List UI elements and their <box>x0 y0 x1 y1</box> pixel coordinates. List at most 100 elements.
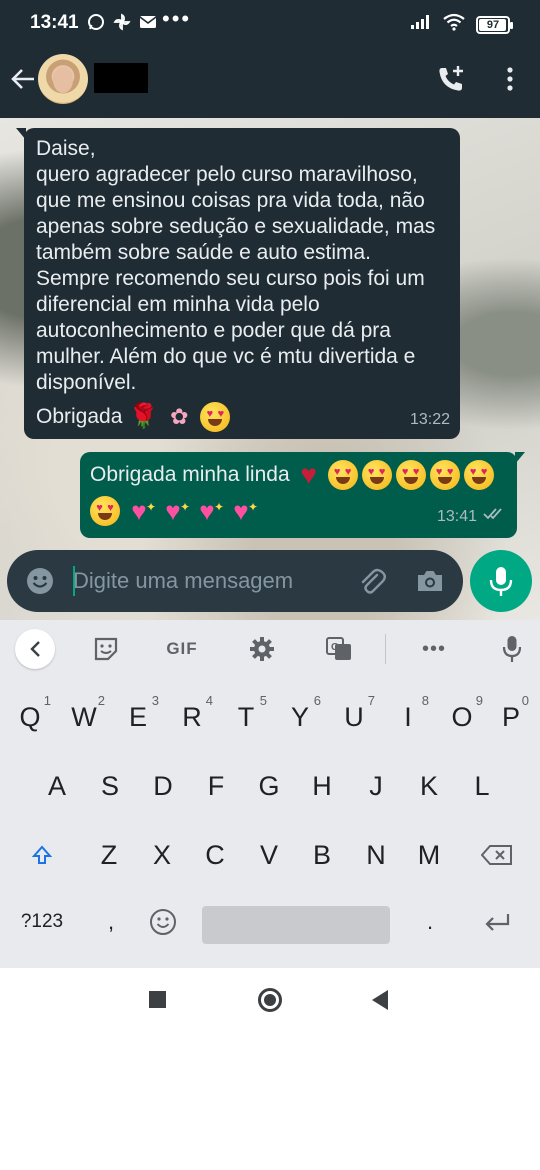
smiling-face-with-hearts-emoji: ♥ ♥ <box>200 402 231 432</box>
outgoing-message-bubble[interactable]: Obrigada minha linda ♥ ♥ ♥ ♥ ♥ ♥ ♥ ♥ ♥ ♥ ♥ ♥ ♥… <box>80 452 525 538</box>
enter-key[interactable] <box>466 888 528 956</box>
key-n[interactable]: N <box>349 821 403 889</box>
key-row-2: A S D F G H J K L <box>0 752 540 820</box>
backspace-key[interactable] <box>466 821 528 889</box>
key-a[interactable]: A <box>30 752 84 820</box>
recent-apps-icon[interactable] <box>149 991 166 1008</box>
system-navigation-bar <box>0 968 540 1032</box>
translate-icon[interactable]: G <box>323 632 355 666</box>
status-time: 13:41 <box>30 12 79 33</box>
shift-key[interactable] <box>12 821 72 889</box>
keyboard-toolbar: GIF G ••• <box>0 620 540 678</box>
comma-key[interactable]: , <box>84 888 138 956</box>
key-v[interactable]: V <box>242 821 296 889</box>
heart-eyes-emoji: ♥ ♥ <box>463 460 494 490</box>
period-key[interactable]: . <box>403 888 457 956</box>
chat-header <box>0 46 540 118</box>
on-screen-keyboard: GIF G ••• Q1 W2 E3 R4 T5 Y6 U7 I8 O9 P0 … <box>0 620 540 968</box>
message-composer <box>7 550 463 612</box>
sign-off-text: Obrigada <box>36 405 123 428</box>
key-row-3: Z X C V B N M <box>0 821 540 889</box>
key-s[interactable]: S <box>83 752 137 820</box>
key-u[interactable]: U7 <box>327 683 381 751</box>
key-e[interactable]: E3 <box>111 683 165 751</box>
redacted-contact-name[interactable] <box>94 63 148 93</box>
add-call-icon[interactable] <box>436 64 466 94</box>
key-y[interactable]: Y6 <box>273 683 327 751</box>
chat-background: Daise, quero agradecer pelo curso maravi… <box>0 118 540 620</box>
outgoing-message-text: Obrigada minha linda <box>90 463 290 486</box>
incoming-message-bubble[interactable]: Daise, quero agradecer pelo curso maravi… <box>16 128 460 439</box>
incoming-message-time: 13:22 <box>409 411 450 428</box>
symbols-key[interactable]: ?123 <box>10 888 74 956</box>
key-f[interactable]: F <box>189 752 243 820</box>
key-z[interactable]: Z <box>82 821 136 889</box>
sparkling-heart-emoji: ♥ <box>226 492 258 526</box>
signal-icon <box>410 14 432 35</box>
status-bar: 13:41 ••• 97 <box>0 0 540 46</box>
rose-emoji: 🌹 <box>128 403 159 430</box>
heart-eyes-emoji: ♥ ♥ <box>429 460 460 490</box>
outgoing-message-meta: 13:41 <box>437 504 505 530</box>
sparkling-heart-emoji: ♥ <box>124 492 156 526</box>
emoji-key[interactable] <box>136 888 190 956</box>
red-heart-emoji: ♥ <box>300 459 317 490</box>
nav-back-icon[interactable] <box>372 990 388 1010</box>
key-b[interactable]: B <box>295 821 349 889</box>
battery-level: 97 <box>486 18 500 31</box>
space-bar[interactable] <box>202 906 390 944</box>
voice-input-mic-icon[interactable] <box>498 632 526 666</box>
key-w[interactable]: W2 <box>57 683 111 751</box>
status-overflow-dots: ••• <box>162 6 192 31</box>
key-p[interactable]: P0 <box>487 683 535 751</box>
incoming-sign-off: Obrigada 🌹 ✿ ♥ ♥ <box>36 402 448 432</box>
toolbar-divider <box>385 634 386 664</box>
contact-avatar[interactable] <box>38 54 88 104</box>
key-l[interactable]: L <box>455 752 509 820</box>
enter-arrow-icon <box>485 914 510 931</box>
outgoing-line-1: Obrigada minha linda ♥ ♥ ♥ ♥ ♥ ♥ ♥ ♥ ♥ ♥ ♥ <box>90 460 507 490</box>
key-o[interactable]: O9 <box>435 683 489 751</box>
key-t[interactable]: T5 <box>219 683 273 751</box>
whatsapp-icon <box>86 11 106 33</box>
key-k[interactable]: K <box>402 752 456 820</box>
home-icon[interactable] <box>258 988 282 1012</box>
sparkling-heart-emoji: ♥ <box>192 492 224 526</box>
smiley-icon <box>150 909 176 935</box>
emoji-picker-icon[interactable] <box>25 566 55 596</box>
more-options-icon[interactable] <box>495 64 525 94</box>
svg-text:G: G <box>331 642 339 653</box>
attach-paperclip-icon[interactable] <box>357 566 387 596</box>
key-x[interactable]: X <box>135 821 189 889</box>
pinwheel-icon <box>112 11 132 33</box>
key-d[interactable]: D <box>136 752 190 820</box>
more-options-button[interactable]: ••• <box>414 632 454 666</box>
microphone-icon <box>489 567 513 596</box>
key-m[interactable]: M <box>402 821 456 889</box>
settings-gear-icon[interactable] <box>246 632 278 666</box>
key-i[interactable]: I8 <box>381 683 435 751</box>
wifi-icon <box>442 13 466 36</box>
heart-eyes-emoji: ♥ ♥ <box>90 496 120 526</box>
key-j[interactable]: J <box>349 752 403 820</box>
toolbar-collapse-chevron-icon[interactable] <box>15 629 55 669</box>
heart-eyes-emoji: ♥ ♥ <box>395 460 426 490</box>
key-r[interactable]: R4 <box>165 683 219 751</box>
key-g[interactable]: G <box>242 752 296 820</box>
voice-record-button[interactable] <box>470 550 532 612</box>
heart-eyes-emoji: ♥ ♥ <box>327 460 358 490</box>
sticker-icon[interactable] <box>90 632 122 666</box>
gif-button[interactable]: GIF <box>160 632 204 666</box>
outgoing-message-time: 13:41 <box>436 508 477 525</box>
shift-arrow-icon <box>31 845 53 864</box>
key-h[interactable]: H <box>295 752 349 820</box>
key-row-1: Q1 W2 E3 R4 T5 Y6 U7 I8 O9 P0 <box>0 683 540 751</box>
mail-icon <box>138 11 158 33</box>
notification-icons <box>86 11 158 33</box>
double-check-read-icon <box>483 504 505 530</box>
back-arrow-icon[interactable] <box>8 64 38 94</box>
key-c[interactable]: C <box>188 821 242 889</box>
key-q[interactable]: Q1 <box>3 683 57 751</box>
camera-icon[interactable] <box>415 566 445 596</box>
message-input[interactable] <box>73 563 343 599</box>
